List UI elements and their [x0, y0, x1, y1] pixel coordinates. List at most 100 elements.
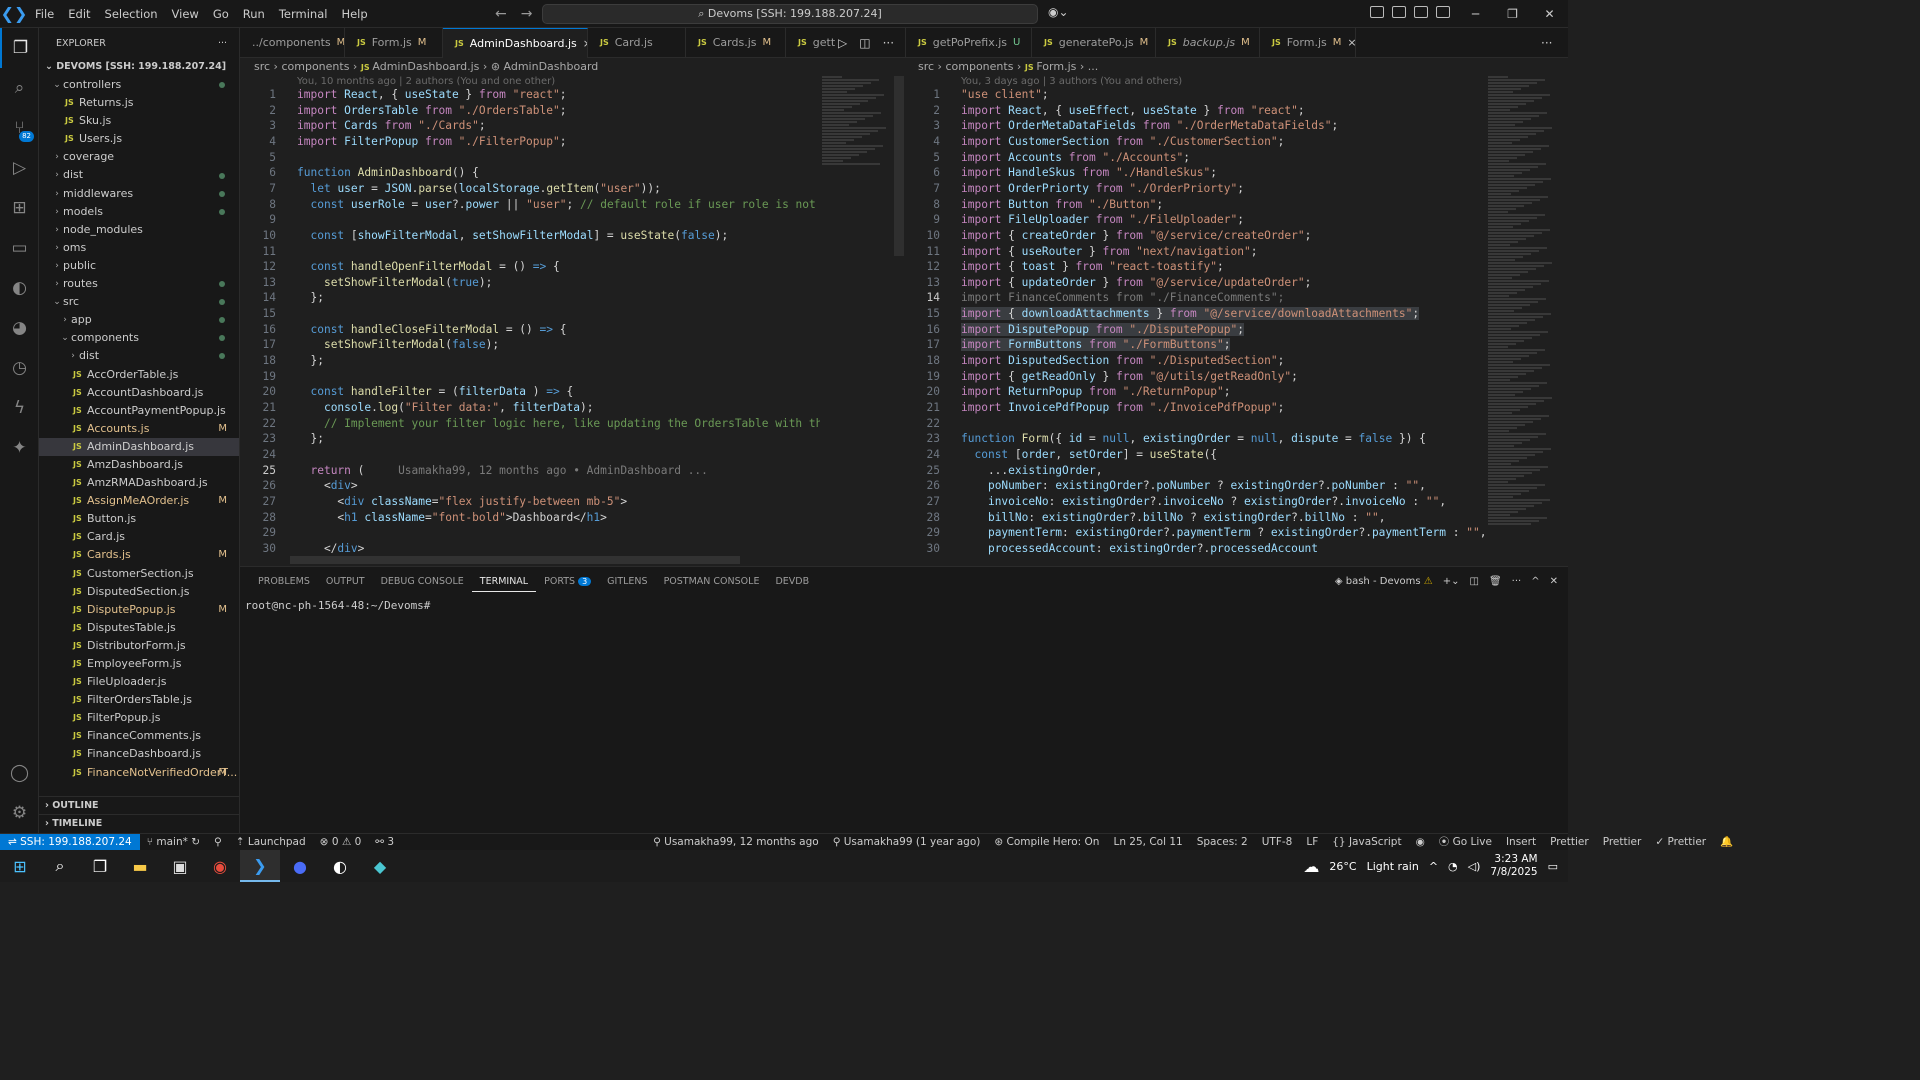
lightning-icon[interactable]: ϟ — [0, 388, 39, 428]
file-explorer-icon[interactable]: ▬ — [120, 850, 160, 882]
store-icon[interactable]: ▣ — [160, 850, 200, 882]
back-arrow-icon[interactable]: ← — [495, 0, 507, 28]
run-debug-icon[interactable]: ▷ — [0, 148, 39, 188]
blame-file[interactable]: ⚲ Usamakha99 (1 year ago) — [826, 834, 988, 851]
copilot-icon[interactable]: ◉⌄ — [1048, 5, 1069, 19]
left-scrollbar[interactable] — [894, 76, 904, 256]
explorer-icon[interactable]: ❐ — [0, 28, 39, 68]
breadcrumb-item[interactable]: components — [945, 60, 1013, 73]
outline-section[interactable]: › OUTLINE — [39, 796, 239, 814]
volume-icon[interactable]: ◁) — [1468, 860, 1481, 873]
python-icon[interactable]: ✦ — [0, 428, 39, 468]
tree-item-models[interactable]: › models — [39, 203, 239, 221]
tree-item-public[interactable]: › public — [39, 257, 239, 275]
prettier-3[interactable]: ✓ Prettier — [1648, 834, 1713, 851]
tree-item-routes[interactable]: › routes — [39, 275, 239, 293]
maximize-panel-icon[interactable]: ^ — [1531, 573, 1539, 591]
panel-tab-gitlens[interactable]: GITLENS — [599, 573, 655, 592]
encoding[interactable]: UTF-8 — [1255, 834, 1300, 851]
task-view-icon[interactable]: ❐ — [80, 850, 120, 882]
close-tab-icon[interactable]: × — [1347, 28, 1355, 58]
tree-item-src[interactable]: ⌄ src — [39, 293, 239, 311]
more-actions-icon[interactable]: ··· — [218, 38, 227, 49]
more-actions-icon[interactable]: ··· — [1512, 573, 1522, 591]
tree-item-employeeform-js[interactable]: JS EmployeeForm.js — [39, 655, 239, 673]
tree-item-oms[interactable]: › oms — [39, 239, 239, 257]
timeline-section[interactable]: › TIMELINE — [39, 814, 239, 832]
panel-tab-ports[interactable]: PORTS 3 — [536, 573, 599, 592]
command-center-search[interactable]: ⌕ Devoms [SSH: 199.188.207.24] — [542, 4, 1038, 24]
prettier-1[interactable]: Prettier — [1543, 834, 1596, 851]
source-control-icon[interactable]: ⑂ 82 — [0, 108, 39, 148]
menu-file[interactable]: File — [28, 7, 61, 21]
breadcrumb-item[interactable]: AdminDashboard — [504, 60, 599, 73]
tree-item-disputepopup-js[interactable]: JS DisputePopup.js M — [39, 601, 239, 619]
remote-explorer-icon[interactable]: ▭ — [0, 228, 39, 268]
left-horizontal-scrollbar[interactable] — [290, 556, 740, 564]
tree-item-customersection-js[interactable]: JS CustomerSection.js — [39, 565, 239, 583]
tree-item-controllers[interactable]: ⌄ controllers — [39, 76, 239, 94]
tree-item-card-js[interactable]: JS Card.js — [39, 528, 239, 546]
panel-tab-postman-console[interactable]: POSTMAN CONSOLE — [656, 573, 768, 592]
tree-item-sku-js[interactable]: JS Sku.js — [39, 112, 239, 130]
right-code-editor[interactable]: 1 "use client"; 2 import React, { useEffect… — [904, 88, 1486, 566]
tab-backup-js[interactable]: JS backup.js M — [1156, 28, 1260, 58]
split-terminal-icon[interactable]: ◫ — [1470, 573, 1479, 591]
extensions-icon[interactable]: ⊞ — [0, 188, 39, 228]
tree-item-dist[interactable]: › dist — [39, 347, 239, 365]
tree-item-coverage[interactable]: › coverage — [39, 148, 239, 166]
menu-help[interactable]: Help — [334, 7, 374, 21]
toggle-sidebar-icon[interactable] — [1392, 6, 1406, 18]
tree-item-disputestable-js[interactable]: JS DisputesTable.js — [39, 619, 239, 637]
prettier-2[interactable]: Prettier — [1596, 834, 1649, 851]
tree-item-users-js[interactable]: JS Users.js — [39, 130, 239, 148]
chrome-icon[interactable]: ◉ — [200, 850, 240, 882]
workspace-root[interactable]: ⌄ DEVOMS [SSH: 199.188.207.24] — [39, 58, 239, 76]
customize-layout-icon[interactable] — [1370, 6, 1384, 18]
insert-mode[interactable]: Insert — [1499, 834, 1543, 851]
left-minimap[interactable] — [822, 76, 894, 566]
tree-item-filterpopup-js[interactable]: JS FilterPopup.js — [39, 709, 239, 727]
editor-more-actions-icon[interactable]: ··· — [1541, 36, 1552, 50]
menu-run[interactable]: Run — [236, 7, 272, 21]
account-icon[interactable]: ◯ — [0, 753, 39, 793]
weather-desc[interactable]: Light rain — [1367, 860, 1419, 873]
indentation[interactable]: Spaces: 2 — [1190, 834, 1255, 851]
settings-gear-icon[interactable]: ⚙ — [0, 793, 39, 833]
tab-cards-js[interactable]: JS Cards.js M — [686, 28, 786, 58]
breadcrumb-item[interactable]: src — [918, 60, 934, 73]
menu-go[interactable]: Go — [206, 7, 236, 21]
terminal[interactable]: root@nc-ph-1564-48:~/Devoms# — [245, 599, 430, 612]
language-mode[interactable]: {} JavaScript — [1325, 834, 1408, 851]
tree-item-financecomments-js[interactable]: JS FinanceComments.js — [39, 727, 239, 745]
tree-item-disputedsection-js[interactable]: JS DisputedSection.js — [39, 583, 239, 601]
tree-item-amzdashboard-js[interactable]: JS AmzDashboard.js — [39, 456, 239, 474]
breadcrumb-item[interactable]: ... — [1088, 60, 1099, 73]
toggle-panel-icon[interactable] — [1414, 6, 1428, 18]
blame-line[interactable]: ⚲ Usamakha99, 12 months ago — [646, 834, 826, 851]
tree-item-accordertable-js[interactable]: JS AccOrderTable.js — [39, 366, 239, 384]
tree-item-amzrmadashboard-js[interactable]: JS AmzRMADashboard.js — [39, 474, 239, 492]
cursor-position[interactable]: Ln 25, Col 11 — [1106, 834, 1189, 851]
gitlens-icon[interactable]: ◐ — [0, 268, 39, 308]
toggle-secondary-sidebar-icon[interactable] — [1436, 6, 1450, 18]
tree-item-returns-js[interactable]: JS Returns.js — [39, 94, 239, 112]
right-minimap[interactable] — [1488, 76, 1558, 566]
tree-item-button-js[interactable]: JS Button.js — [39, 510, 239, 528]
restore-icon[interactable]: ❐ — [1494, 0, 1531, 28]
tree-item-accountpaymentpopup-js[interactable]: JS AccountPaymentPopup.js — [39, 402, 239, 420]
go-live[interactable]: ⦿ Go Live — [1432, 834, 1499, 851]
tree-item-middlewares[interactable]: › middlewares — [39, 185, 239, 203]
copilot-status-icon[interactable]: ◉ — [1409, 834, 1432, 851]
start-icon[interactable]: ⊞ — [0, 850, 40, 882]
app-icon[interactable]: ◐ — [320, 850, 360, 882]
app2-icon[interactable]: ◆ — [360, 850, 400, 882]
left-code-editor[interactable]: 1 import React, { useState } from "react"… — [240, 88, 820, 558]
tab-generatepo-js[interactable]: JS generatePo.js M — [1032, 28, 1156, 58]
notification-center-icon[interactable]: ▭ — [1548, 860, 1558, 873]
tab-getpoprefix-js[interactable]: JS getPoPrefix.js U — [906, 28, 1032, 58]
vscode-taskbar-icon[interactable]: ❯ — [240, 850, 280, 882]
tree-item-dist[interactable]: › dist — [39, 166, 239, 184]
weather-temp[interactable]: 26°C — [1329, 860, 1356, 873]
tree-item-filterorderstable-js[interactable]: JS FilterOrdersTable.js — [39, 691, 239, 709]
